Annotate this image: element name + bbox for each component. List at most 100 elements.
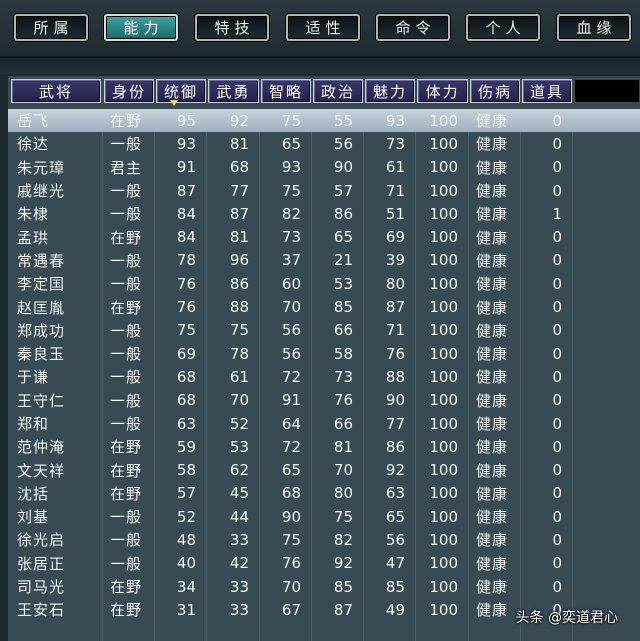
cell-items: 0: [552, 507, 562, 526]
cell-command: 31: [176, 600, 196, 619]
cell-health: 健康: [476, 438, 509, 457]
table-row[interactable]: 朱棣 一般 84 87 82 86 51 100 健康 1: [8, 202, 640, 225]
cell-politics: 55: [333, 111, 353, 130]
cell-officer: 刘基: [17, 508, 50, 527]
cell-status: 在野: [110, 228, 143, 247]
column-header-status[interactable]: 身份: [104, 79, 154, 103]
cell-politics: 81: [333, 437, 353, 456]
cell-politics: 58: [333, 344, 353, 363]
column-header-stamina[interactable]: 体力: [417, 79, 468, 103]
cell-valor: 68: [229, 158, 249, 177]
cell-stamina: 100: [429, 251, 458, 270]
table-row[interactable]: 朱元璋 君主 91 68 93 90 61 100 健康 0: [8, 156, 640, 179]
cell-officer: 李定国: [17, 275, 66, 294]
cell-stamina: 100: [429, 344, 458, 363]
table-row[interactable]: 赵匡胤 在野 76 88 70 85 87 100 健康 0: [8, 295, 640, 318]
cell-strategy: 72: [281, 437, 301, 456]
cell-command: 78: [176, 251, 196, 270]
cell-stamina: 100: [429, 321, 458, 340]
cell-officer: 秦良玉: [17, 345, 66, 364]
cell-charm: 87: [385, 298, 405, 317]
cell-health: 健康: [476, 415, 509, 433]
table-row[interactable]: 范仲淹 在野 59 53 72 81 86 100 健康 0: [8, 435, 640, 458]
table-row[interactable]: 戚继光 一般 87 77 75 57 71 100 健康 0: [8, 179, 640, 202]
cell-charm: 65: [385, 507, 405, 526]
cell-politics: 76: [333, 391, 353, 410]
cell-politics: 82: [333, 530, 353, 549]
tab-2[interactable]: 特技: [195, 14, 269, 41]
table-row[interactable]: 刘基 一般 52 44 90 75 65 100 健康 0: [8, 505, 640, 528]
cell-strategy: 67: [281, 600, 301, 619]
cell-politics: 92: [333, 554, 353, 573]
cell-health: 健康: [476, 298, 509, 317]
cell-health: 健康: [476, 135, 509, 154]
column-header-health[interactable]: 伤病: [470, 79, 520, 103]
cell-valor: 33: [229, 577, 249, 596]
table-row[interactable]: 徐光启 一般 48 33 75 82 56 100 健康 0: [8, 528, 640, 551]
cell-officer: 司马光: [17, 578, 66, 597]
cell-valor: 33: [229, 530, 249, 549]
cell-politics: 56: [333, 134, 353, 153]
table-row[interactable]: 沈括 在野 57 45 68 80 63 100 健康 0: [8, 482, 640, 505]
cell-valor: 96: [229, 251, 249, 270]
tab-4[interactable]: 命令: [376, 14, 450, 41]
column-header-valor[interactable]: 武勇: [208, 79, 259, 103]
tab-6[interactable]: 血缘: [557, 14, 631, 41]
tab-1[interactable]: 能力: [104, 14, 178, 41]
table-row[interactable]: 徐达 一般 93 81 65 56 73 100 健康 0: [8, 132, 640, 155]
cell-stamina: 100: [429, 437, 458, 456]
cell-charm: 61: [385, 158, 405, 177]
column-header-charm[interactable]: 魅力: [365, 79, 415, 103]
table-row[interactable]: 王守仁 一般 68 70 91 76 90 100 健康 0: [8, 389, 640, 412]
cell-health: 健康: [476, 228, 509, 247]
cell-items: 0: [552, 461, 562, 480]
cell-items: 0: [552, 577, 562, 596]
cell-strategy: 90: [281, 507, 301, 526]
table-row[interactable]: 郑成功 一般 75 75 56 66 71 100 健康 0: [8, 319, 640, 342]
cell-strategy: 91: [281, 391, 301, 410]
cell-officer: 范仲淹: [17, 438, 66, 457]
tab-5[interactable]: 个人: [466, 14, 540, 41]
tab-bar: 所属 能力 特技 适性 命令 个人 血缘: [0, 0, 640, 58]
column-header-command[interactable]: 统御: [156, 79, 206, 103]
table-row[interactable]: 张居正 一般 40 42 76 92 47 100 健康 0: [8, 552, 640, 575]
cell-status: 在野: [110, 484, 143, 503]
table-row[interactable]: 李定国 一般 76 86 60 53 80 100 健康 0: [8, 272, 640, 295]
cell-stamina: 100: [429, 577, 458, 596]
cell-items: 0: [552, 367, 562, 386]
cell-health: 健康: [476, 345, 509, 364]
cell-charm: 76: [385, 344, 405, 363]
cell-command: 34: [176, 577, 196, 596]
table-row[interactable]: 常遇春 一般 78 96 37 21 39 100 健康 0: [8, 249, 640, 272]
table-row[interactable]: 于谦 一般 68 61 72 73 88 100 健康 0: [8, 365, 640, 388]
column-header-strategy[interactable]: 智略: [261, 79, 311, 103]
table-row[interactable]: 孟珙 在野 84 81 73 65 69 100 健康 0: [8, 225, 640, 248]
column-header-items[interactable]: 道具: [522, 79, 572, 103]
cell-charm: 93: [385, 111, 405, 130]
cell-status: 一般: [110, 554, 143, 573]
cell-charm: 88: [385, 367, 405, 386]
cell-charm: 77: [385, 414, 405, 433]
cell-politics: 86: [333, 204, 353, 223]
cell-strategy: 82: [281, 204, 301, 223]
column-header-politics[interactable]: 政治: [313, 79, 363, 103]
cell-charm: 39: [385, 251, 405, 270]
cell-stamina: 100: [429, 414, 458, 433]
cell-stamina: 100: [429, 367, 458, 386]
cell-valor: 81: [229, 228, 249, 247]
tab-0[interactable]: 所属: [14, 14, 88, 41]
cell-status: 一般: [110, 531, 143, 550]
table-row[interactable]: 郑和 一般 63 52 64 66 77 100 健康 0: [8, 412, 640, 435]
cell-valor: 52: [229, 414, 249, 433]
cell-health: 健康: [476, 251, 509, 270]
cell-officer: 岳飞: [17, 112, 50, 131]
column-header-officer[interactable]: 武将: [11, 79, 101, 103]
table-row[interactable]: 岳飞 在野 95 92 75 55 93 100 健康 0: [8, 109, 640, 133]
table-row[interactable]: 文天祥 在野 58 62 65 70 92 100 健康 0: [8, 458, 640, 481]
cell-stamina: 100: [429, 204, 458, 223]
table-row[interactable]: 司马光 在野 34 33 70 85 85 100 健康 0: [8, 575, 640, 598]
tab-3[interactable]: 适性: [286, 14, 360, 41]
officer-table: 武将 身份 统御 武勇 智略 政治 魅力 体力 伤病 道具 岳飞 在野 95 92 75 55 93 100 健康…: [8, 76, 640, 641]
cell-officer: 王安石: [17, 601, 66, 620]
table-row[interactable]: 秦良玉 一般 69 78 56 58 76 100 健康 0: [8, 342, 640, 365]
